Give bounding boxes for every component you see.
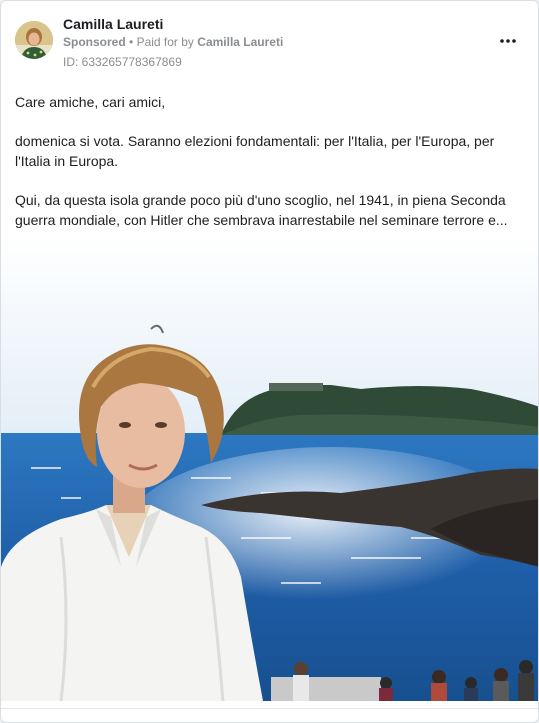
sponsored-label: Sponsored xyxy=(63,35,126,49)
card-divider xyxy=(1,708,538,709)
more-options-button[interactable] xyxy=(493,29,523,53)
advertiser-avatar[interactable] xyxy=(15,21,53,59)
photo-woman-by-sea xyxy=(1,237,538,702)
ad-image[interactable] xyxy=(1,237,538,702)
paid-for-name: Camilla Laureti xyxy=(197,35,284,49)
paid-for-prefix: Paid for by xyxy=(136,35,194,49)
body-greeting: Care amiche, cari amici, xyxy=(15,94,166,110)
ad-header: Camilla Laureti Sponsored • Paid for by … xyxy=(1,1,538,81)
body-paragraph-2: Qui, da questa isola grande poco più d'u… xyxy=(15,192,508,228)
more-horizontal-icon xyxy=(500,39,516,43)
meta-separator: • xyxy=(129,35,134,49)
avatar-image xyxy=(15,21,53,59)
ad-body-text: Care amiche, cari amici, domenica si vot… xyxy=(15,92,530,249)
advertiser-name[interactable]: Camilla Laureti xyxy=(63,16,163,32)
body-paragraph-1: domenica si vota. Saranno elezioni fonda… xyxy=(15,133,495,169)
ad-card: Camilla Laureti Sponsored • Paid for by … xyxy=(0,0,539,723)
sponsored-line: Sponsored • Paid for by Camilla Laureti xyxy=(63,35,283,49)
ad-id: ID: 633265778367869 xyxy=(63,55,182,69)
